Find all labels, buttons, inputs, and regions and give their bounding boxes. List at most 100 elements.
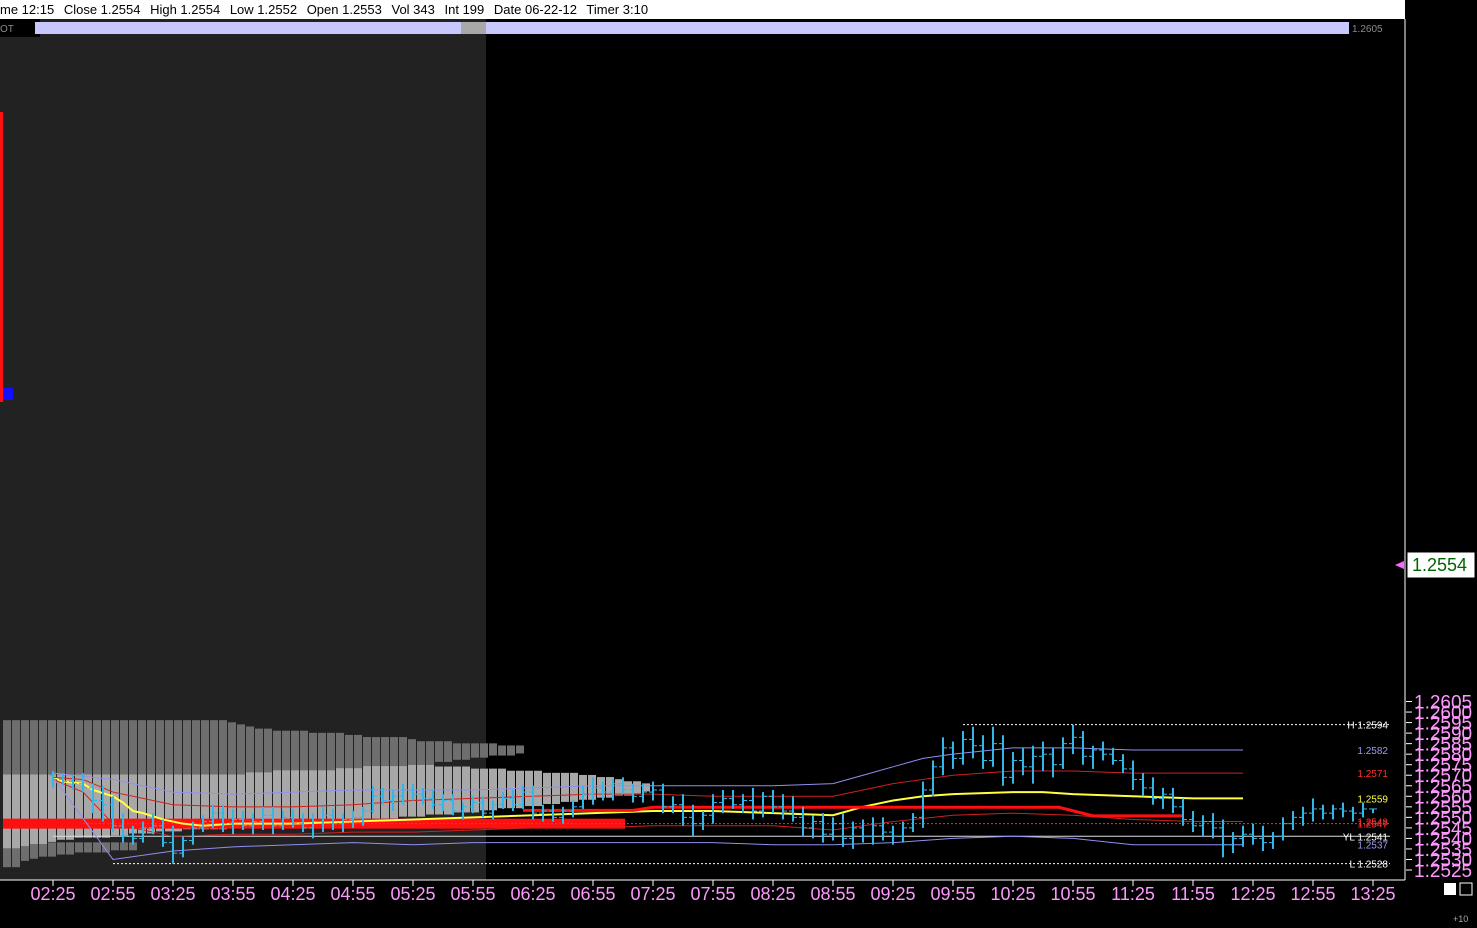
profile-edge-red: [0, 112, 3, 402]
x-tick-label: 05:55: [450, 884, 495, 904]
profile-box: [336, 732, 344, 741]
x-tick-label: 11:55: [1171, 884, 1215, 904]
x-tick-label: 08:55: [810, 884, 855, 904]
level-label: 1.2537: [1357, 841, 1388, 852]
level-label: 1.2559: [1357, 794, 1388, 805]
profile-box: [48, 842, 56, 851]
profile-box: [174, 720, 182, 729]
profile-box: [282, 730, 290, 739]
x-tick-label: 10:55: [1050, 884, 1095, 904]
profile-box: [264, 728, 272, 737]
profile-box: [399, 737, 407, 746]
profile-box: [408, 739, 416, 748]
x-tick-label: 10:25: [990, 884, 1035, 904]
profile-box: [147, 720, 155, 729]
profile-open-marker: [3, 388, 13, 400]
profile-box: [408, 764, 416, 773]
profile-box: [57, 720, 65, 729]
profile-box: [111, 720, 119, 729]
profile-box: [570, 772, 578, 781]
profile-box: [453, 766, 461, 775]
profile-box: [417, 741, 425, 750]
scrollbar-value: 1.2605: [1352, 24, 1383, 35]
profile-box: [471, 743, 479, 752]
x-tick-label: 03:55: [210, 884, 255, 904]
profile-box: [48, 720, 56, 729]
profile-box: [516, 770, 524, 779]
profile-box: [345, 734, 353, 743]
profile-box: [489, 743, 497, 752]
scrollbar-thumb[interactable]: [461, 22, 486, 34]
profile-box: [318, 732, 326, 741]
x-tick-label: 11:25: [1111, 884, 1155, 904]
profile-box: [93, 842, 101, 851]
x-tick-label: 02:55: [90, 884, 135, 904]
profile-box: [498, 745, 506, 754]
profile-box: [390, 737, 398, 746]
profile-box: [156, 720, 164, 729]
profile-box: [120, 720, 128, 729]
profile-box: [66, 842, 74, 851]
profile-box: [435, 741, 443, 750]
level-label: 1.2582: [1357, 746, 1388, 757]
profile-box: [192, 720, 200, 729]
profile-box: [462, 766, 470, 775]
profile-box: [255, 728, 263, 737]
x-tick-label: 12:25: [1230, 884, 1275, 904]
x-tick-label: 09:25: [870, 884, 915, 904]
zoom-out-button[interactable]: [1444, 883, 1456, 895]
profile-box: [57, 842, 65, 851]
current-price-label: 1.2554: [1412, 555, 1467, 575]
profile-box: [291, 730, 299, 739]
profile-box: [228, 722, 236, 731]
profile-box: [372, 737, 380, 746]
profile-box: [507, 770, 515, 779]
x-tick-label: 04:55: [330, 884, 375, 904]
profile-box: [30, 720, 38, 729]
profile-box: [327, 732, 335, 741]
x-tick-label: 07:25: [630, 884, 675, 904]
profile-box: [579, 774, 587, 783]
profile-box: [507, 745, 515, 754]
x-tick-label: 06:55: [570, 884, 615, 904]
x-tick-label: 08:25: [750, 884, 795, 904]
profile-box: [453, 743, 461, 752]
profile-box: [165, 720, 173, 729]
profile-box: [3, 720, 11, 729]
profile-box: [426, 741, 434, 750]
level-label: 1.2571: [1357, 769, 1388, 780]
horizontal-scrollbar[interactable]: [35, 22, 1349, 34]
profile-box: [111, 842, 119, 851]
level-label: H 1.2594: [1347, 721, 1388, 732]
level-label: L 1.2528: [1349, 860, 1388, 871]
profile-box: [120, 842, 128, 851]
profile-box: [426, 764, 434, 773]
x-tick-label: 04:25: [270, 884, 315, 904]
bottom-right-label: +10: [1453, 914, 1468, 924]
profile-box: [444, 741, 452, 750]
price-chart[interactable]: H 1.25941.25821.25711.25591.25481.2547YL…: [0, 0, 1477, 928]
profile-box: [84, 842, 92, 851]
profile-box: [381, 737, 389, 746]
profile-box: [66, 720, 74, 729]
profile-box: [543, 772, 551, 781]
x-tick-label: 13:25: [1350, 884, 1395, 904]
x-tick-label: 05:25: [390, 884, 435, 904]
profile-box: [219, 720, 227, 729]
profile-box: [273, 730, 281, 739]
x-tick-label: 03:25: [150, 884, 195, 904]
profile-box: [201, 720, 209, 729]
y-tick-label: 1.2605: [1414, 693, 1472, 714]
profile-box: [561, 772, 569, 781]
x-axis-ticks: 02:25 02:55 03:25 03:55 04:25 04:55 05:25 05:55…: [30, 880, 1396, 904]
zoom-in-button[interactable]: [1459, 882, 1473, 896]
top-left-fragment: OT: [0, 24, 14, 35]
profile-box: [480, 743, 488, 752]
level-label: 1.2547: [1357, 820, 1388, 831]
profile-box: [129, 720, 137, 729]
profile-box: [552, 772, 560, 781]
profile-box: [93, 720, 101, 729]
x-tick-label: 06:25: [510, 884, 555, 904]
profile-box: [84, 720, 92, 729]
profile-box: [489, 768, 497, 777]
